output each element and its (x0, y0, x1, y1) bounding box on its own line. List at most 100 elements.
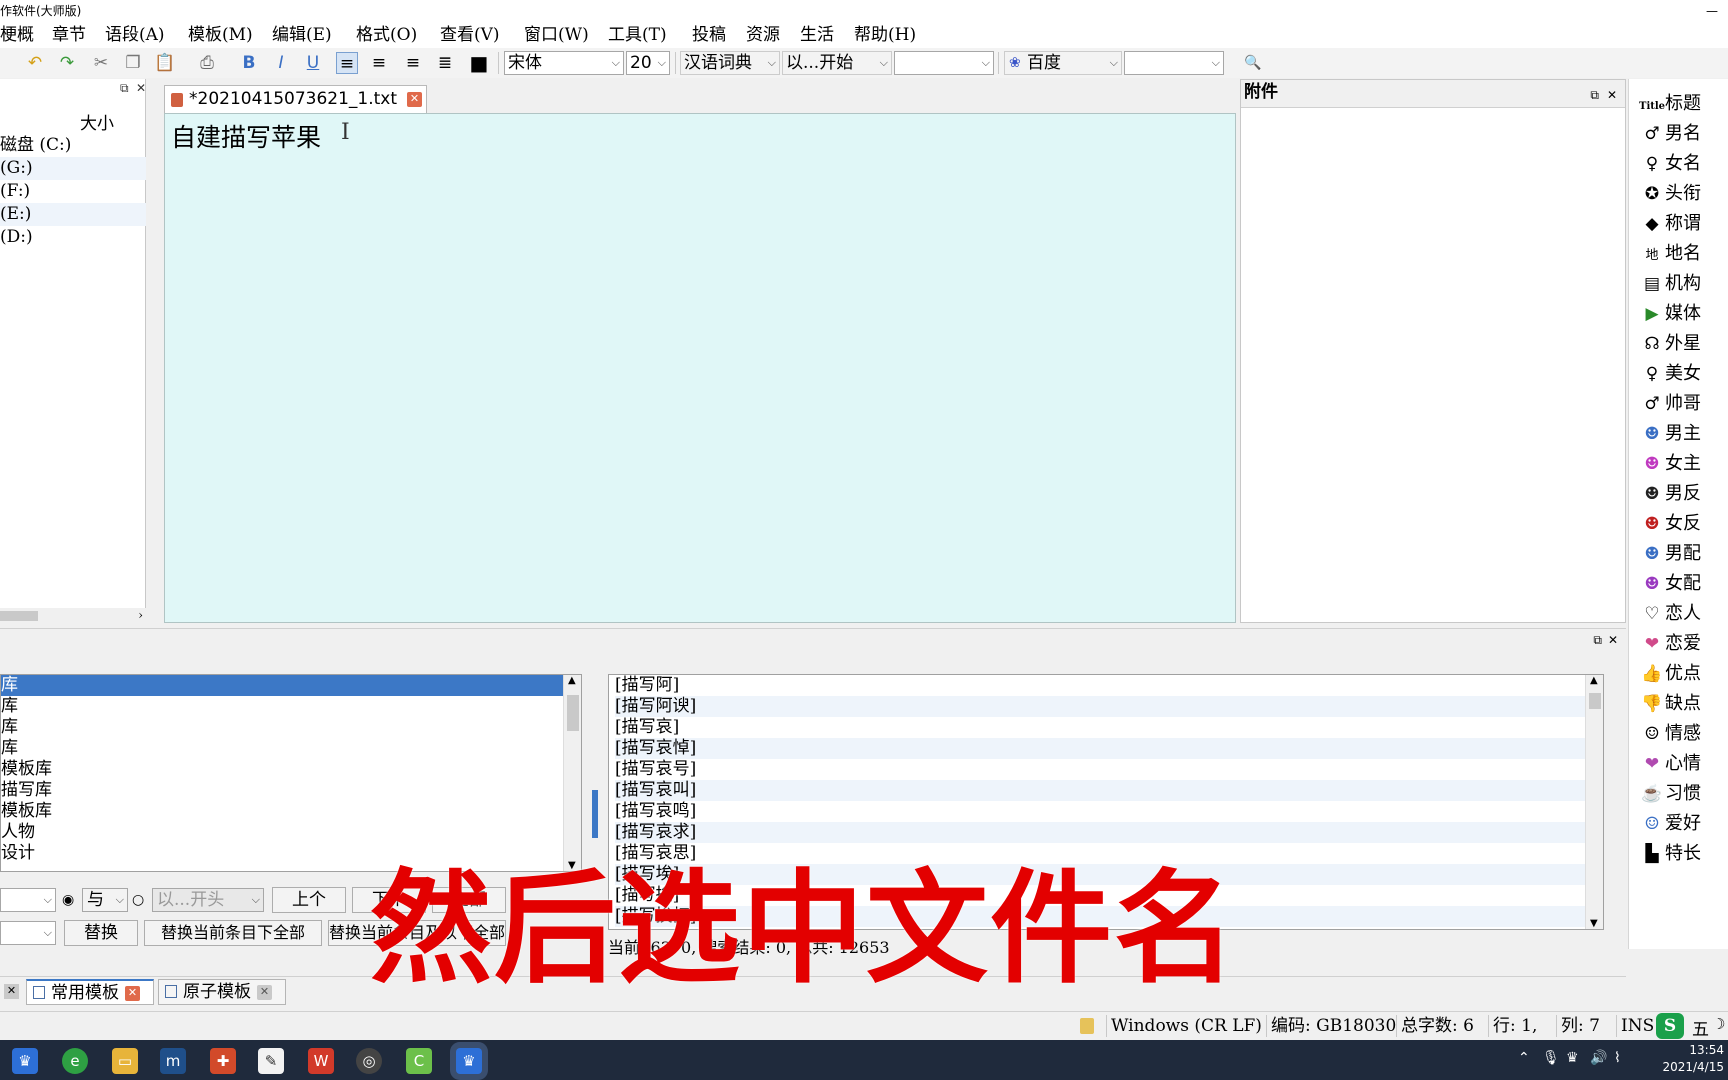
document-tab[interactable]: *20210415073621_1.txt ✕ (164, 85, 427, 113)
web-search-input[interactable]: ⌵ (1124, 51, 1224, 75)
close-tab-icon[interactable]: ✕ (407, 92, 422, 107)
match-mode-select[interactable]: 以...开始 ⌵ (782, 51, 892, 75)
app-cross-icon[interactable]: ✚ (210, 1048, 236, 1074)
sidebar-item-hobby[interactable]: ☺ 爱好 (1639, 809, 1701, 839)
close-icon[interactable]: ✕ (1607, 83, 1617, 107)
sidebar-item-mood[interactable]: ❤ 心情 (1639, 749, 1701, 779)
drive-item[interactable]: (E:) (0, 203, 146, 226)
menu-tools[interactable]: 工具(T) (608, 24, 667, 46)
menu-resources[interactable]: 资源 (746, 24, 780, 46)
menu-view[interactable]: 查看(V) (440, 24, 500, 46)
redo-icon[interactable]: ↷ (56, 52, 78, 74)
menu-paragraph[interactable]: 语段(A) (105, 24, 165, 46)
app-m-icon[interactable]: m (160, 1048, 186, 1074)
list-item[interactable]: [描写哀求] (615, 822, 1585, 843)
sidebar-item-organization[interactable]: ▤ 机构 (1639, 269, 1701, 299)
replace-all-current-button[interactable]: 替换当前条目下全部 (144, 920, 322, 946)
sidebar-item-emotion[interactable]: ☺ 情感 (1639, 719, 1701, 749)
restore-icon[interactable]: ⧉ (1590, 83, 1599, 107)
prev-button[interactable]: 上个 (272, 887, 346, 913)
writing-app-icon[interactable]: ♛ (456, 1048, 482, 1074)
sidebar-item-title[interactable]: Title标题 (1639, 89, 1701, 119)
list-item[interactable]: 人物 (1, 822, 565, 843)
copy-icon[interactable]: ❐ (122, 52, 144, 74)
vertical-scrollbar[interactable]: ▲ ▼ (563, 675, 581, 871)
sidebar-item-handsome[interactable]: ♂ 帅哥 (1639, 389, 1701, 419)
sidebar-item-male-villain[interactable]: ☻ 男反 (1639, 479, 1701, 509)
sidebar-item-lover[interactable]: ♡ 恋人 (1639, 599, 1701, 629)
sidebar-item-female-support[interactable]: ☻ 女配 (1639, 569, 1701, 599)
cut-icon[interactable]: ✂ (90, 52, 112, 74)
sidebar-item-female-villain[interactable]: ☻ 女反 (1639, 509, 1701, 539)
menu-chapter[interactable]: 章节 (52, 24, 86, 46)
list-item[interactable]: [描写阿谀] (615, 696, 1585, 717)
restore-icon[interactable]: ⧉ (1593, 633, 1602, 648)
microphone-icon[interactable]: 🎙 (1542, 1050, 1560, 1066)
horizontal-scrollbar[interactable]: › (0, 608, 146, 624)
camtasia-icon[interactable]: C (406, 1048, 432, 1074)
tray-app-icon[interactable]: ♛ (1566, 1050, 1579, 1066)
sidebar-item-rank[interactable]: ✪ 头衔 (1639, 179, 1701, 209)
tab-atomic-templates[interactable]: 原子模板 ✕ (158, 979, 286, 1005)
scroll-thumb[interactable] (0, 611, 38, 621)
menu-edit[interactable]: 编辑(E) (272, 24, 332, 46)
close-tab-icon[interactable]: ✕ (4, 984, 19, 999)
list-item[interactable]: 库 (1, 717, 565, 738)
media-player-icon[interactable]: ◎ (356, 1048, 382, 1074)
minimize-button[interactable]: — (1702, 0, 1722, 22)
clock[interactable]: 13:54 2021/4/15 (1662, 1042, 1724, 1076)
sidebar-item-media[interactable]: ▶ 媒体 (1639, 299, 1701, 329)
sidebar-item-female-name[interactable]: ♀ 女名 (1639, 149, 1701, 179)
sidebar-item-habit[interactable]: ☕ 习惯 (1639, 779, 1701, 809)
logic-select[interactable]: 与 ⌵ (82, 888, 128, 912)
scroll-thumb[interactable] (567, 695, 579, 731)
mode-radio[interactable]: ○ (132, 892, 144, 908)
color-icon[interactable]: ■ (468, 52, 490, 74)
menu-outline[interactable]: 梗概 (0, 24, 34, 46)
justify-icon[interactable]: ≣ (434, 52, 456, 74)
search-engine-select[interactable]: ❀ 百度 ⌵ (1004, 51, 1122, 75)
dictionary-query-input[interactable]: ⌵ (894, 51, 994, 75)
scroll-right-icon[interactable]: › (138, 608, 143, 622)
ime-mode[interactable]: 五 (1692, 1015, 1709, 1040)
print-icon[interactable]: ⎙ (196, 52, 218, 74)
bold-icon[interactable]: B (238, 52, 260, 74)
replace-button[interactable]: 替换 (64, 920, 138, 946)
list-item[interactable]: 库 (1, 738, 565, 759)
search-icon[interactable]: 🔍 (1242, 52, 1264, 74)
tab-common-templates[interactable]: 常用模板 ✕ (26, 979, 154, 1005)
list-item[interactable]: [描写哀叫] (615, 780, 1585, 801)
notepad-icon[interactable]: ✎ (258, 1048, 284, 1074)
scroll-up-icon[interactable]: ▲ (568, 675, 576, 686)
list-item[interactable]: 库 (1, 675, 565, 696)
and-radio[interactable]: ◉ (62, 892, 74, 908)
list-item[interactable]: [描写哀] (615, 717, 1585, 738)
list-item[interactable]: [描写哀悼] (615, 738, 1585, 759)
moon-icon[interactable]: ☽ (1712, 1015, 1725, 1033)
drive-item[interactable]: (G:) (0, 157, 146, 180)
list-item[interactable]: [描写哀鸣] (615, 801, 1585, 822)
drive-item[interactable]: (D:) (0, 226, 146, 249)
close-icon[interactable]: ✕ (1608, 633, 1618, 647)
list-item[interactable]: 模板库 (1, 759, 565, 780)
close-icon[interactable]: ✕ (136, 81, 146, 95)
tray-chevron-icon[interactable]: ⌃ (1518, 1050, 1530, 1066)
close-tab-icon[interactable]: ✕ (125, 986, 140, 1001)
sidebar-item-male-lead[interactable]: ☻ 男主 (1639, 419, 1701, 449)
close-tab-icon[interactable]: ✕ (257, 985, 272, 1000)
sidebar-item-appellation[interactable]: ◆ 称谓 (1639, 209, 1701, 239)
list-item[interactable]: 库 (1, 696, 565, 717)
font-size-select[interactable]: 20 ⌵ (626, 51, 670, 75)
scroll-up-icon[interactable]: ▲ (1590, 675, 1598, 686)
scroll-thumb[interactable] (1589, 693, 1601, 709)
restore-icon[interactable]: ⧉ (120, 81, 129, 96)
list-item[interactable]: 描写库 (1, 780, 565, 801)
font-select[interactable]: 宋体 ⌵ (504, 51, 624, 75)
wifi-icon[interactable]: ⌇ (1614, 1050, 1621, 1066)
sogou-ime-icon[interactable]: S (1656, 1013, 1684, 1039)
browser-icon[interactable]: e (62, 1048, 88, 1074)
sidebar-item-beauty[interactable]: ♀ 美女 (1639, 359, 1701, 389)
sidebar-item-weakness[interactable]: 👎 缺点 (1639, 689, 1701, 719)
menu-life[interactable]: 生活 (800, 24, 834, 46)
panel-splitter[interactable] (592, 790, 598, 838)
